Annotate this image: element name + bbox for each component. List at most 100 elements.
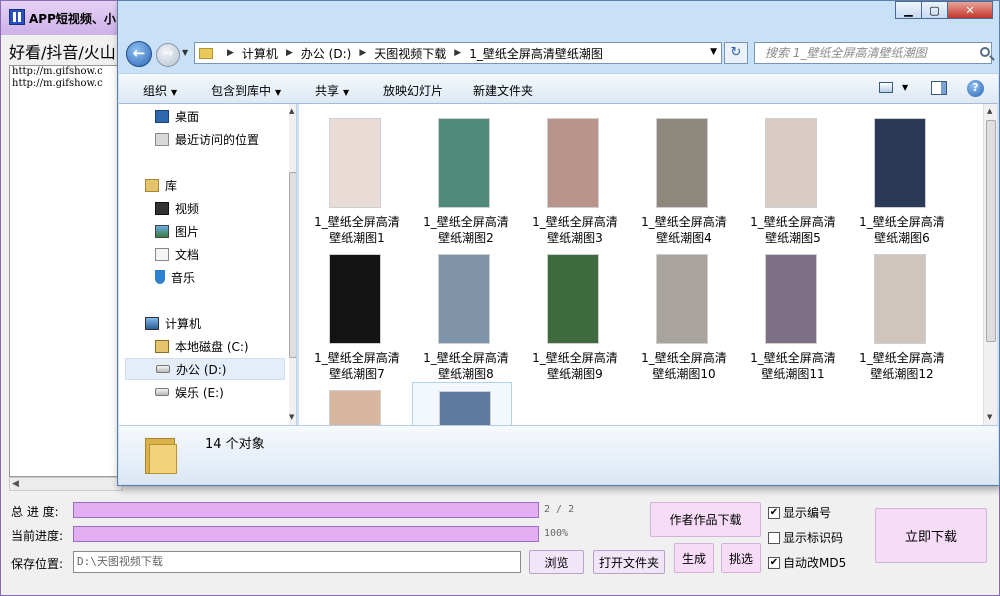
close-icon: ✕ [965,3,975,17]
change-view-icon[interactable] [879,82,893,93]
nav-drive-e[interactable]: 娱乐 (E:) [155,381,224,403]
checkbox-box[interactable]: ✔ [768,506,780,519]
nav-pictures[interactable]: 图片 [155,220,199,242]
file-name: 1_壁纸全屏高清 壁纸潮图5 [739,214,847,246]
file-name-line: 1_壁纸全屏高清 [859,215,945,229]
share-menu[interactable]: 共享 ▼ [315,82,349,99]
nav-music[interactable]: 音乐 [155,266,195,288]
file-item[interactable]: 1_壁纸全屏高清 壁纸潮图4 [630,110,730,245]
organize-menu[interactable]: 组织 ▼ [143,82,177,99]
file-item[interactable]: 1_壁纸全屏高清 壁纸潮图10 [630,246,730,381]
scroll-left-icon[interactable]: ◀ [12,479,19,489]
breadcrumb-computer[interactable]: 计算机 [242,45,278,62]
nav-drive-c[interactable]: 本地磁盘 (C:) [155,335,249,357]
checkbox-box[interactable]: ✔ [768,556,780,569]
author-download-button[interactable]: 作者作品下载 [650,502,761,537]
nav-documents[interactable]: 文档 [155,243,199,265]
breadcrumb-download-folder[interactable]: 天图视频下载 [374,45,446,62]
nav-scrollbar[interactable]: ▲ ▼ [289,104,296,425]
file-item[interactable]: 1_壁纸全屏高清 壁纸潮图9 [521,246,621,381]
new-folder-button[interactable]: 新建文件夹 [473,82,533,99]
save-location-input[interactable]: D:\天图视频下载 [73,551,521,573]
url-horizontal-scrollbar[interactable]: ◀ [9,477,123,491]
checkbox-box[interactable] [768,531,780,544]
download-now-button[interactable]: 立即下载 [875,508,987,563]
generate-button[interactable]: 生成 [674,543,714,573]
file-item[interactable]: 1_壁纸全屏高清 壁纸潮图6 [848,110,948,245]
recent-pages-dropdown-icon[interactable]: ▼ [182,48,188,57]
content-scrollbar[interactable]: ▲ ▼ [983,104,997,425]
help-icon[interactable]: ? [967,80,984,97]
open-folder-button[interactable]: 打开文件夹 [593,550,665,574]
scroll-up-icon[interactable]: ▲ [987,107,992,115]
nav-libraries[interactable]: 库 [145,174,177,196]
forward-arrow-icon: → [162,46,174,61]
file-item[interactable]: 1_壁纸全屏高清 壁纸潮图3 [521,110,621,245]
drive-icon [155,388,169,396]
breadcrumb-separator-icon[interactable]: ▶ [227,48,234,58]
file-name-line: 壁纸潮图6 [874,231,930,245]
nav-drive-d[interactable]: 办公 (D:) [125,358,285,380]
auto-md5-checkbox[interactable]: ✔ 自动改MD5 [768,554,846,571]
nav-desktop[interactable]: 桌面 [155,105,199,127]
file-item[interactable]: 1_壁纸全屏高清 壁纸潮图11 [739,246,839,381]
refresh-icon: ↻ [730,45,742,60]
file-item[interactable]: 1_壁纸全屏高清 壁纸潮图7 [303,246,403,381]
browse-button[interactable]: 浏览 [529,550,584,574]
file-item[interactable]: 1_壁纸全屏高清 壁纸潮图2 [412,110,512,245]
include-library-menu[interactable]: 包含到库中 ▼ [211,82,281,99]
forward-button[interactable]: → [156,43,180,67]
address-dropdown-icon[interactable]: ▼ [710,47,717,57]
file-item[interactable] [412,382,512,425]
nav-recent[interactable]: 最近访问的位置 [155,128,259,150]
file-item[interactable]: 1_壁纸全屏高清 壁纸潮图5 [739,110,839,245]
checkbox-label: 显示编号 [783,506,832,520]
breadcrumb-separator-icon[interactable]: ▶ [359,48,366,58]
image-thumbnail [656,118,708,208]
command-toolbar: 组织 ▼ 包含到库中 ▼ 共享 ▼ 放映幻灯片 新建文件夹 ▼ ? [119,73,998,104]
chevron-down-icon: ▼ [171,88,178,97]
file-name: 1_壁纸全屏高清 壁纸潮图10 [630,350,738,382]
slideshow-button[interactable]: 放映幻灯片 [383,82,443,99]
file-name: 1_壁纸全屏高清 壁纸潮图2 [412,214,520,246]
file-name: 1_壁纸全屏高清 壁纸潮图7 [303,350,411,382]
close-button[interactable]: ✕ [947,1,993,19]
navigation-pane: 桌面 最近访问的位置 库 视频 图片 文档 音乐 计算机 本地磁盘 (C:) 办… [119,104,297,425]
search-input[interactable]: 搜索 1_壁纸全屏高清壁纸潮图 [754,42,992,64]
view-options-dropdown-icon[interactable]: ▼ [902,83,908,92]
back-button[interactable]: ← [126,41,152,67]
scroll-down-icon[interactable]: ▼ [289,413,294,421]
current-progress-bar [73,526,539,542]
file-item[interactable]: 1_壁纸全屏高清 壁纸潮图1 [303,110,403,245]
file-item[interactable]: 1_壁纸全屏高清 壁纸潮图8 [412,246,512,381]
maximize-button[interactable]: ▢ [921,1,947,19]
breadcrumb-separator-icon[interactable]: ▶ [454,48,461,58]
recent-places-icon [155,132,169,146]
content-scroll-thumb[interactable] [986,120,996,342]
file-name-line: 壁纸潮图7 [329,367,385,381]
nav-scroll-thumb[interactable] [289,172,296,358]
show-number-checkbox[interactable]: ✔ 显示编号 [768,504,831,521]
breadcrumb-current-folder[interactable]: 1_壁纸全屏高清壁纸潮图 [469,45,603,62]
file-name: 1_壁纸全屏高清 壁纸潮图4 [630,214,738,246]
scroll-down-icon[interactable]: ▼ [987,413,992,421]
scroll-up-icon[interactable]: ▲ [289,107,294,115]
file-name-line: 1_壁纸全屏高清 [750,215,836,229]
show-id-code-checkbox[interactable]: 显示标识码 [768,529,843,546]
minimize-button[interactable]: ▁ [895,1,921,19]
url-textarea[interactable]: http://m.gifshow.c http://m.gifshow.c [9,65,123,477]
file-item[interactable] [303,382,403,425]
file-item[interactable]: 1_壁纸全屏高清 壁纸潮图12 [848,246,948,381]
image-thumbnail [329,118,381,208]
file-name: 1_壁纸全屏高清 壁纸潮图12 [848,350,956,382]
preview-pane-icon[interactable] [931,81,947,95]
refresh-button[interactable]: ↻ [724,42,748,64]
total-progress-label: 总 进 度: [11,505,59,519]
breadcrumb-drive-d[interactable]: 办公 (D:) [301,45,351,62]
nav-videos[interactable]: 视频 [155,197,199,219]
pick-button[interactable]: 挑选 [721,543,761,573]
breadcrumb-separator-icon[interactable]: ▶ [286,48,293,58]
address-bar[interactable]: ▶ 计算机 ▶ 办公 (D:) ▶ 天图视频下载 ▶ 1_壁纸全屏高清壁纸潮图 … [194,42,722,64]
nav-computer[interactable]: 计算机 [145,312,201,334]
file-name-line: 壁纸潮图2 [438,231,494,245]
